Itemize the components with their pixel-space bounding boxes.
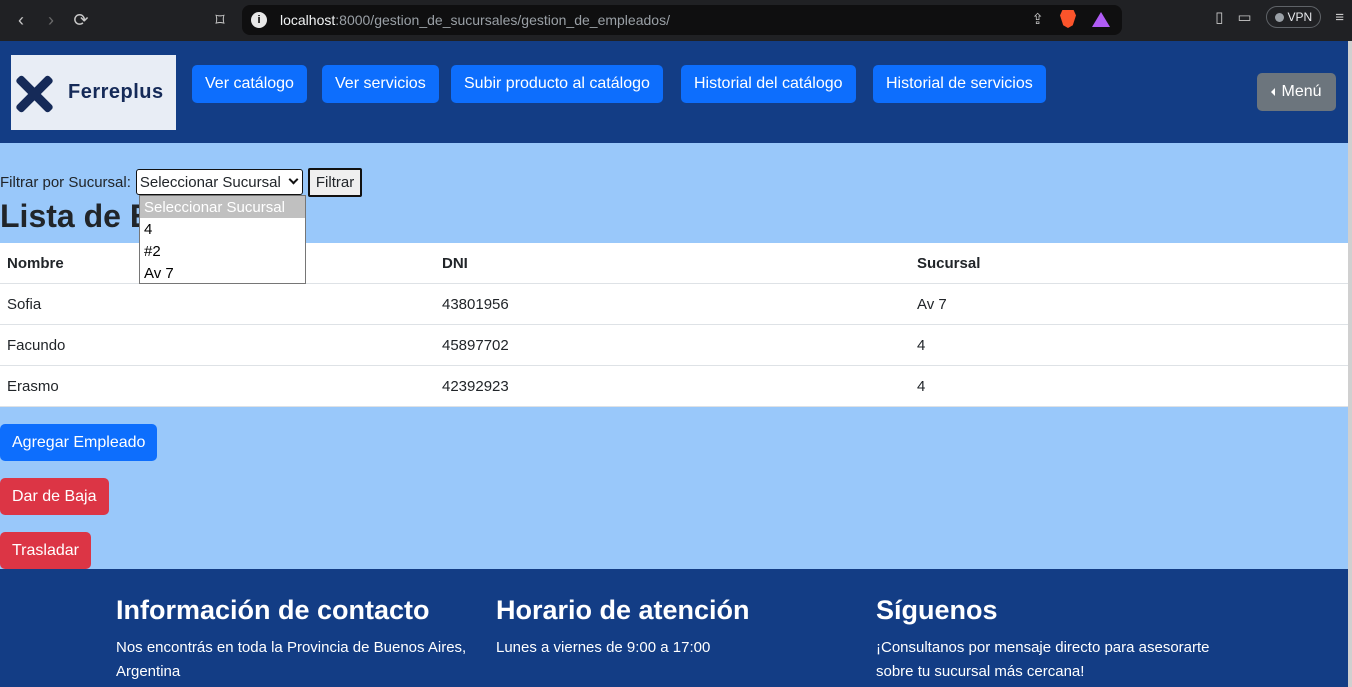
table-row: Sofia 43801956 Av 7 — [0, 284, 1348, 325]
filter-label: Filtrar por Sucursal: — [0, 173, 131, 191]
share-icon[interactable]: ⇪ — [1031, 10, 1044, 28]
dropdown-option[interactable]: Av 7 — [140, 262, 305, 284]
ferreplus-logo[interactable]: Ferreplus — [11, 55, 176, 130]
cell-nombre: Facundo — [7, 336, 66, 354]
caret-left-icon — [1271, 88, 1276, 96]
menu-label: Menú — [1281, 83, 1322, 100]
filter-form: Filtrar por Sucursal: Seleccionar Sucurs… — [0, 167, 363, 197]
cell-dni: 42392923 — [442, 377, 509, 395]
header-nombre: Nombre — [7, 254, 64, 272]
remove-employee-button[interactable]: Dar de Baja — [0, 478, 109, 515]
dropdown-option[interactable]: Seleccionar Sucursal — [140, 196, 305, 218]
footer-contact: Información de contacto Nos encontrás en… — [116, 595, 476, 684]
url-host: localhost — [280, 12, 336, 28]
menu-button[interactable]: Menú — [1257, 73, 1336, 111]
footer-hours-title: Horario de atención — [496, 595, 750, 625]
cell-sucursal: 4 — [917, 336, 926, 354]
add-employee-button[interactable]: Agregar Empleado — [0, 424, 158, 461]
footer-follow-text: ¡Consultanos por mensaje directo para as… — [876, 639, 1210, 680]
browser-toolbar: ‹ › ⟳ ⌑ i localhost:8000/gestion_de_sucu… — [0, 0, 1352, 41]
nav-ver-servicios[interactable]: Ver servicios — [322, 65, 439, 103]
forward-icon[interactable]: › — [36, 6, 66, 36]
table-row: Facundo 45897702 4 — [0, 325, 1348, 366]
footer-contact-text: Nos encontrás en toda la Provincia de Bu… — [116, 639, 467, 680]
footer-follow-title: Síguenos — [876, 595, 998, 625]
vpn-button[interactable]: VPN — [1265, 6, 1322, 28]
address-bar[interactable]: i localhost:8000/gestion_de_sucursales/g… — [242, 5, 1122, 35]
dropdown-option[interactable]: 4 — [140, 218, 305, 240]
site-info-icon[interactable]: i — [251, 12, 267, 28]
sidebar-icon[interactable]: ▯ — [1215, 8, 1223, 26]
site-header: Ferreplus Ver catálogo Ver servicios Sub… — [0, 41, 1348, 143]
sucursal-select-value: Seleccionar Sucursal — [139, 173, 281, 191]
header-dni: DNI — [442, 254, 468, 272]
vpn-label: VPN — [1287, 10, 1313, 24]
footer-hours-text: Lunes a viernes de 9:00 a 17:00 — [496, 639, 711, 656]
cell-sucursal: 4 — [917, 377, 926, 395]
cell-nombre: Erasmo — [7, 377, 59, 395]
site-footer: Información de contacto Nos encontrás en… — [0, 569, 1348, 687]
footer-contact-title: Información de contacto — [116, 595, 430, 625]
logo-text: Ferreplus — [68, 81, 164, 103]
nav-ver-catalogo[interactable]: Ver catálogo — [192, 65, 307, 103]
cell-nombre: Sofia — [7, 295, 42, 313]
vpn-status-icon — [1274, 12, 1284, 22]
tools-logo-icon — [12, 71, 56, 115]
header-sucursal: Sucursal — [917, 254, 981, 272]
dropdown-option[interactable]: #2 — [140, 240, 305, 262]
nav-historial-catalogo[interactable]: Historial del catálogo — [681, 65, 856, 103]
nav-historial-servicios[interactable]: Historial de servicios — [873, 65, 1046, 103]
table-row: Erasmo 42392923 4 — [0, 366, 1348, 407]
footer-follow: Síguenos ¡Consultanos por mensaje direct… — [876, 595, 1236, 684]
transfer-employee-button[interactable]: Trasladar — [0, 532, 91, 569]
brave-shields-icon[interactable] — [1060, 10, 1076, 28]
filter-button[interactable]: Filtrar — [307, 167, 363, 197]
bookmark-icon[interactable]: ⌑ — [205, 6, 235, 36]
wallet-icon[interactable]: ▭ — [1237, 8, 1251, 26]
footer-hours: Horario de atención Lunes a viernes de 9… — [496, 595, 856, 660]
sucursal-dropdown: Seleccionar Sucursal 4 #2 Av 7 — [139, 195, 306, 284]
back-icon[interactable]: ‹ — [6, 6, 36, 36]
brave-rewards-icon[interactable] — [1092, 11, 1110, 27]
url-path: :8000/gestion_de_sucursales/gestion_de_e… — [335, 12, 670, 28]
chevron-down-icon — [288, 174, 299, 185]
cell-dni: 43801956 — [442, 295, 509, 313]
page-scrollbar[interactable] — [1348, 41, 1352, 687]
reload-icon[interactable]: ⟳ — [66, 6, 96, 36]
nav-subir-producto[interactable]: Subir producto al catálogo — [451, 65, 663, 103]
cell-sucursal: Av 7 — [917, 295, 947, 313]
cell-dni: 45897702 — [442, 336, 509, 354]
sucursal-select[interactable]: Seleccionar Sucursal — [135, 169, 303, 195]
browser-menu-icon[interactable]: ≡ — [1335, 9, 1344, 26]
